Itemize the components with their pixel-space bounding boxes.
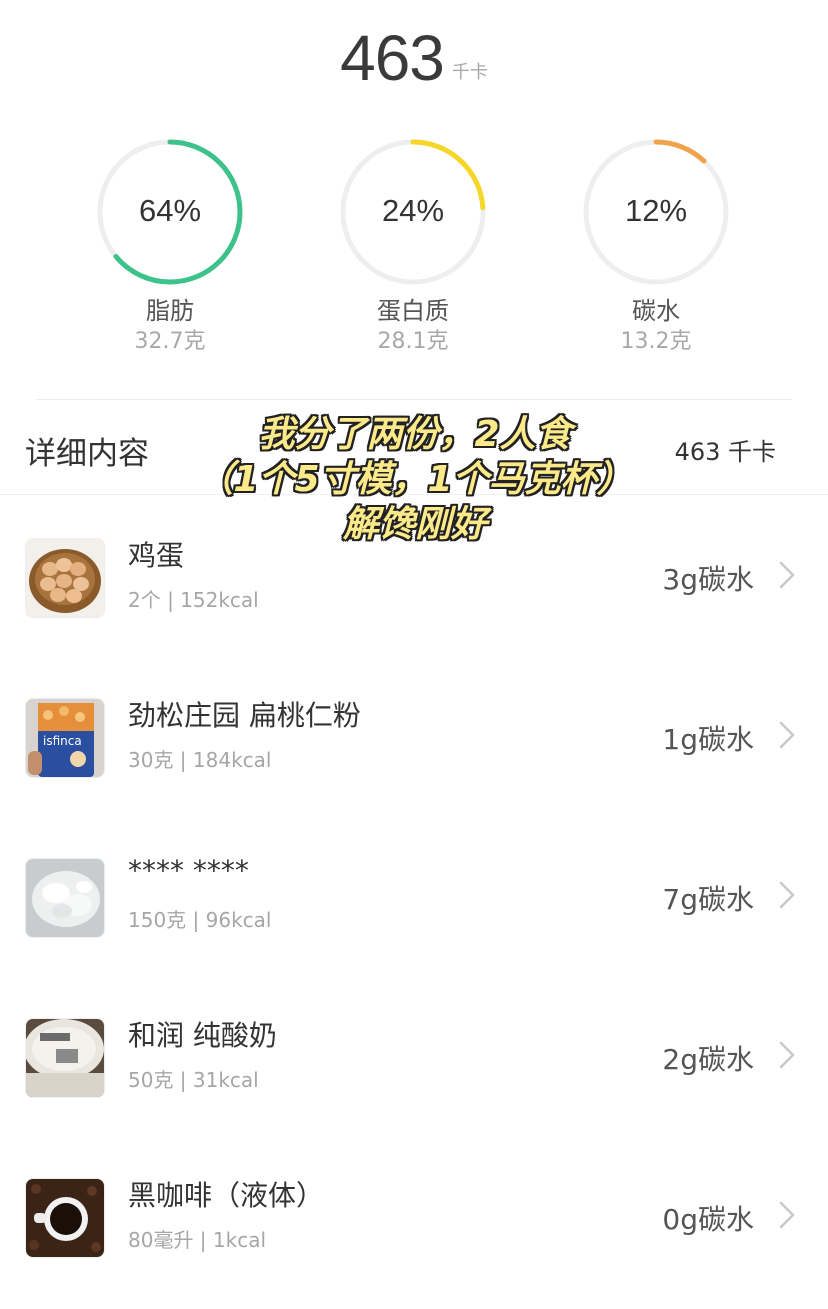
almond-flour-bag-photo: isfinca <box>25 698 105 778</box>
fat-grams: 32.7克 <box>134 329 206 354</box>
fat-label: 脂肪 <box>146 297 194 325</box>
fat-percent: 64% <box>138 193 202 228</box>
fat-ring: 64% <box>97 139 243 285</box>
food-meta: 30克 | 184kcal <box>128 748 272 772</box>
details-title: 详细内容 <box>25 436 149 472</box>
summary-divider <box>36 399 792 400</box>
food-meta: 2个 | 152kcal <box>128 588 259 612</box>
food-carbs: 0g碳水 <box>662 1203 754 1236</box>
protein-percent: 24% <box>381 193 445 228</box>
food-carbs: 7g碳水 <box>662 883 754 916</box>
overlay-caption: 我分了两份，2人食 （1个5寸模，1个马克杯） 解馋刚好 <box>150 412 680 547</box>
overlay-line-1: 我分了两份，2人食 <box>258 414 572 455</box>
food-carbs: 3g碳水 <box>662 563 754 596</box>
overlay-line-3: 解馋刚好 <box>342 504 487 545</box>
food-name: 劲松庄园 扁桃仁粉 <box>128 699 361 732</box>
food-carbs: 1g碳水 <box>662 723 754 756</box>
total-calories-value: 463 <box>340 22 445 94</box>
svg-text:isfinca: isfinca <box>43 734 82 748</box>
food-meta: 50克 | 31kcal <box>128 1068 259 1092</box>
protein-label: 蛋白质 <box>377 297 449 325</box>
chevron-right-icon <box>779 881 795 909</box>
food-carbs: 2g碳水 <box>662 1043 754 1076</box>
details-total: 463 千卡 <box>674 438 776 466</box>
overlay-line-2: （1个5寸模，1个马克杯） <box>197 459 633 500</box>
total-calories: 463 千卡 <box>0 26 828 90</box>
food-name: 黑咖啡（液体） <box>128 1179 325 1212</box>
protein-ring: 24% <box>340 139 486 285</box>
food-item-yogurt[interactable]: 和润 纯酸奶 50克 | 31kcal 2g碳水 <box>0 976 828 1136</box>
food-item-cream-cheese[interactable]: **** **** 150克 | 96kcal 7g碳水 <box>0 816 828 976</box>
black-coffee-photo <box>25 1178 105 1258</box>
chevron-right-icon <box>779 1201 795 1229</box>
total-calories-unit: 千卡 <box>451 62 488 83</box>
protein-grams: 28.1克 <box>377 329 449 354</box>
food-name: 和润 纯酸奶 <box>128 1019 277 1052</box>
carbs-grams: 13.2克 <box>620 329 692 354</box>
yogurt-cup-photo <box>25 1018 105 1098</box>
carbs-ring: 12% <box>583 139 729 285</box>
chevron-right-icon <box>779 561 795 589</box>
food-name: **** **** <box>128 854 249 887</box>
chevron-right-icon <box>779 721 795 749</box>
food-meta: 80毫升 | 1kcal <box>128 1228 267 1252</box>
carbs-percent: 12% <box>624 193 688 228</box>
carbs-label: 碳水 <box>632 297 680 325</box>
eggs-basket-photo <box>25 538 105 618</box>
food-item-black-coffee[interactable]: 黑咖啡（液体） 80毫升 | 1kcal 0g碳水 <box>0 1136 828 1296</box>
chevron-right-icon <box>779 1041 795 1069</box>
macro-protein: 24% 蛋白质 28.1克 <box>340 139 486 357</box>
food-meta: 150克 | 96kcal <box>128 908 272 932</box>
macro-carbs: 12% 碳水 13.2克 <box>583 139 729 357</box>
macro-fat: 64% 脂肪 32.7克 <box>97 139 243 357</box>
cream-cheese-photo <box>25 858 105 938</box>
food-item-almond-flour[interactable]: isfinca 劲松庄园 扁桃仁粉 30克 | 184kcal 1g碳水 <box>0 656 828 816</box>
